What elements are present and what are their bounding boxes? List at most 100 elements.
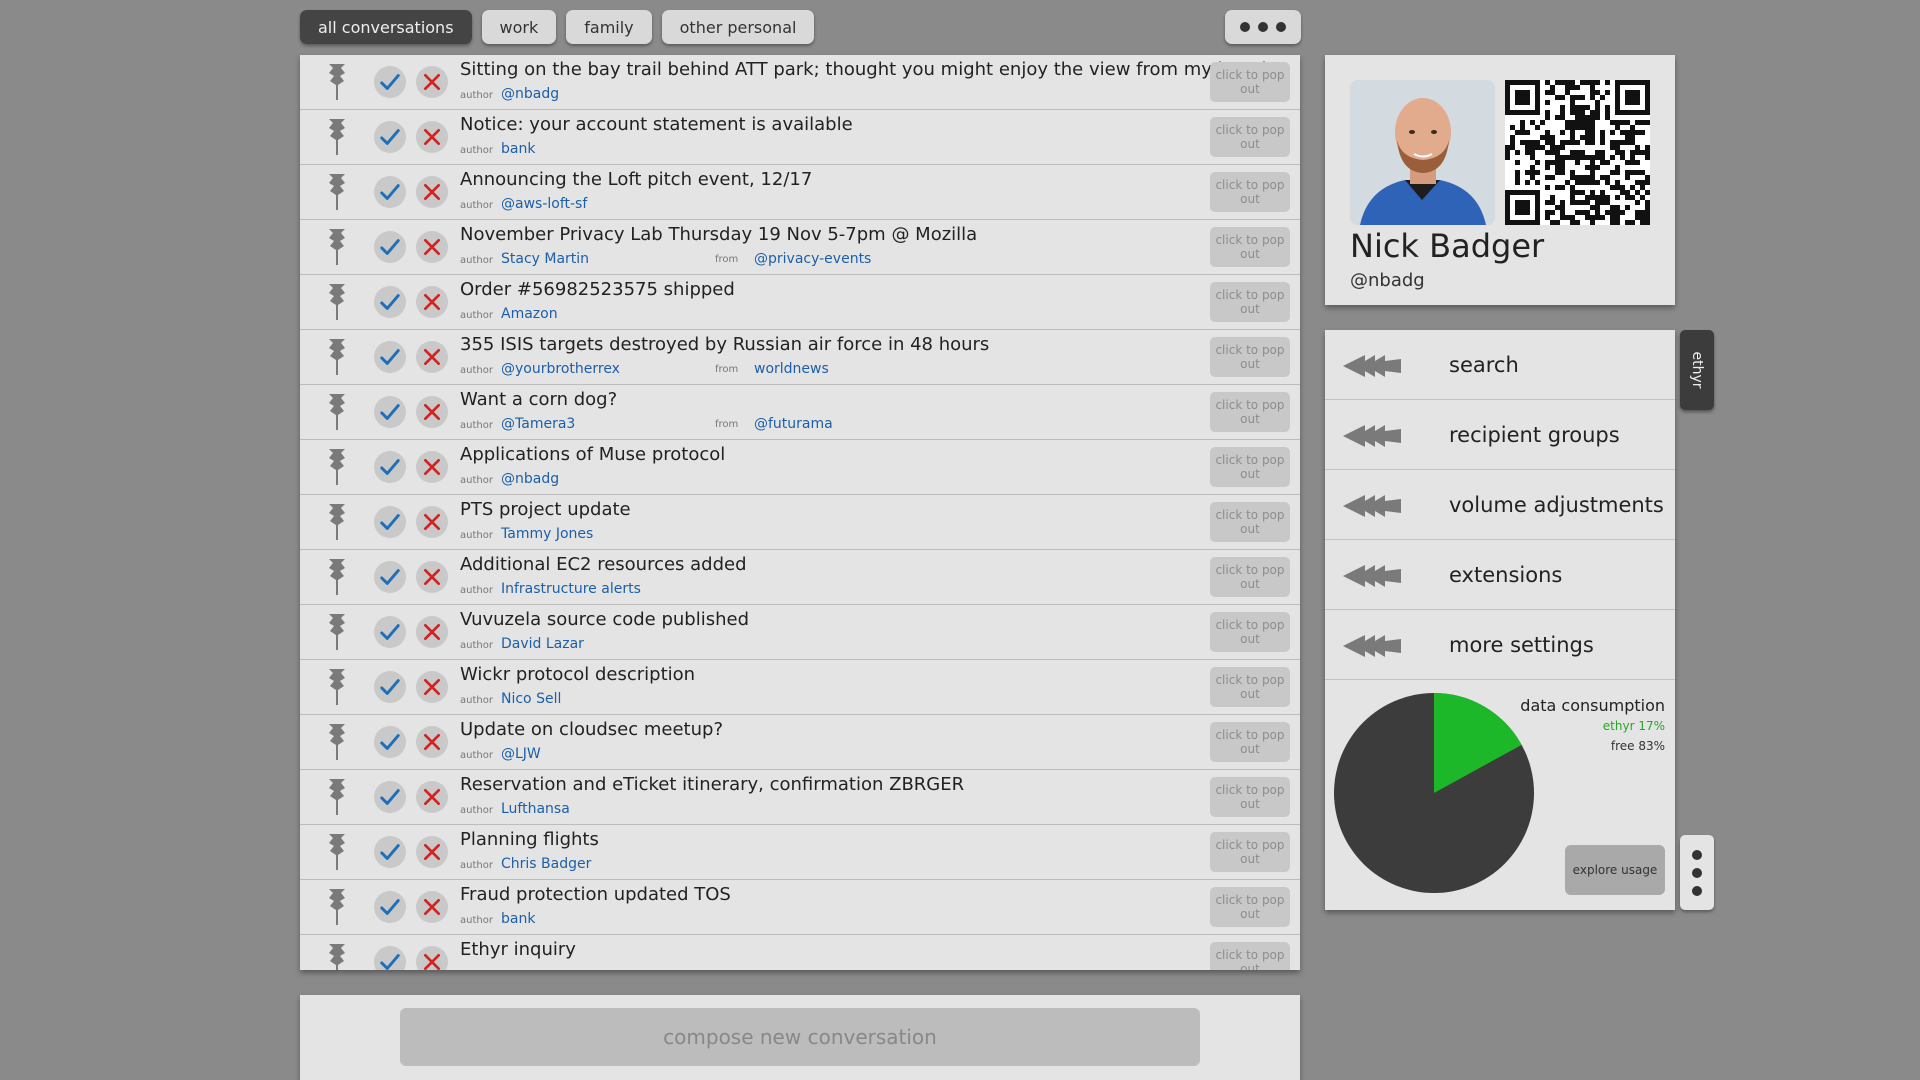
close-icon[interactable]	[416, 781, 448, 813]
author-link[interactable]: Chris Badger	[501, 856, 591, 872]
pin-icon[interactable]	[326, 64, 348, 100]
menu-item-volume-adjustments[interactable]: volume adjustments	[1325, 470, 1675, 540]
pop-out-button[interactable]: click to pop out	[1210, 502, 1290, 542]
close-icon[interactable]	[416, 616, 448, 648]
pop-out-button[interactable]: click to pop out	[1210, 887, 1290, 927]
pin-icon[interactable]	[326, 174, 348, 210]
check-icon[interactable]	[374, 451, 406, 483]
conversation-row[interactable]: November Privacy Lab Thursday 19 Nov 5-7…	[300, 220, 1300, 275]
conversation-row[interactable]: Order #56982523575 shipped author Amazon …	[300, 275, 1300, 330]
compose-button[interactable]: compose new conversation	[400, 1008, 1200, 1066]
menu-item-extensions[interactable]: extensions	[1325, 540, 1675, 610]
tab-other-personal[interactable]: other personal	[661, 10, 815, 44]
author-link[interactable]: @aws-loft-sf	[501, 196, 587, 212]
author-link[interactable]: @nbadg	[501, 86, 559, 102]
close-icon[interactable]	[416, 121, 448, 153]
conversation-row[interactable]: Fraud protection updated TOS author bank …	[300, 880, 1300, 935]
check-icon[interactable]	[374, 121, 406, 153]
explore-usage-button[interactable]: explore usage	[1565, 845, 1665, 895]
author-link[interactable]: @nbadg	[501, 471, 559, 487]
conversation-row[interactable]: Want a corn dog? author @Tamera3 from @fut…	[300, 385, 1300, 440]
close-icon[interactable]	[416, 396, 448, 428]
pin-icon[interactable]	[326, 834, 348, 870]
pin-icon[interactable]	[326, 394, 348, 430]
author-link[interactable]: @LJW	[501, 746, 541, 762]
pop-out-button[interactable]: click to pop out	[1210, 612, 1290, 652]
pop-out-button[interactable]: click to pop out	[1210, 722, 1290, 762]
author-link[interactable]: @Tamera3	[501, 416, 575, 432]
pin-icon[interactable]	[326, 889, 348, 925]
menu-item-search[interactable]: search	[1325, 330, 1675, 400]
conversation-row[interactable]: Notice: your account statement is availa…	[300, 110, 1300, 165]
avatar[interactable]	[1350, 80, 1495, 225]
pop-out-button[interactable]: click to pop out	[1210, 62, 1290, 102]
pin-icon[interactable]	[326, 339, 348, 375]
conversation-row[interactable]: Applications of Muse protocol author @nba…	[300, 440, 1300, 495]
conversation-row[interactable]: Vuvuzela source code published author Dav…	[300, 605, 1300, 660]
pin-icon[interactable]	[326, 724, 348, 760]
close-icon[interactable]	[416, 891, 448, 923]
conversation-row[interactable]: 355 ISIS targets destroyed by Russian ai…	[300, 330, 1300, 385]
from-link[interactable]: @privacy-events	[754, 251, 871, 267]
conversation-row[interactable]: Reservation and eTicket itinerary, confi…	[300, 770, 1300, 825]
conversation-row[interactable]: Ethyr inquiry click to pop out	[300, 935, 1300, 970]
check-icon[interactable]	[374, 176, 406, 208]
author-link[interactable]: Amazon	[501, 306, 558, 322]
close-icon[interactable]	[416, 506, 448, 538]
pop-out-button[interactable]: click to pop out	[1210, 942, 1290, 970]
close-icon[interactable]	[416, 176, 448, 208]
conversation-row[interactable]: Update on cloudsec meetup? author @LJW cl…	[300, 715, 1300, 770]
author-link[interactable]: Nico Sell	[501, 691, 561, 707]
author-link[interactable]: Lufthansa	[501, 801, 570, 817]
conversation-row[interactable]: Additional EC2 resources added author Inf…	[300, 550, 1300, 605]
pop-out-button[interactable]: click to pop out	[1210, 447, 1290, 487]
author-link[interactable]: Infrastructure alerts	[501, 581, 641, 597]
pin-icon[interactable]	[326, 944, 348, 970]
check-icon[interactable]	[374, 66, 406, 98]
check-icon[interactable]	[374, 286, 406, 318]
check-icon[interactable]	[374, 231, 406, 263]
check-icon[interactable]	[374, 891, 406, 923]
pin-icon[interactable]	[326, 119, 348, 155]
conversation-row[interactable]: PTS project update author Tammy Jones cli…	[300, 495, 1300, 550]
from-link[interactable]: @futurama	[754, 416, 833, 432]
conversation-row[interactable]: Sitting on the bay trail behind ATT park…	[300, 55, 1300, 110]
conversation-row[interactable]: Wickr protocol description author Nico Se…	[300, 660, 1300, 715]
close-icon[interactable]	[416, 671, 448, 703]
pin-icon[interactable]	[326, 614, 348, 650]
ethyr-side-tab[interactable]: ethyr	[1680, 330, 1714, 410]
pin-icon[interactable]	[326, 449, 348, 485]
pop-out-button[interactable]: click to pop out	[1210, 337, 1290, 377]
close-icon[interactable]	[416, 231, 448, 263]
close-icon[interactable]	[416, 286, 448, 318]
check-icon[interactable]	[374, 671, 406, 703]
side-more-button[interactable]	[1680, 835, 1714, 910]
menu-item-more-settings[interactable]: more settings	[1325, 610, 1675, 680]
close-icon[interactable]	[416, 66, 448, 98]
author-link[interactable]: Stacy Martin	[501, 251, 589, 267]
close-icon[interactable]	[416, 341, 448, 373]
tab-family[interactable]: family	[566, 10, 652, 44]
close-icon[interactable]	[416, 451, 448, 483]
check-icon[interactable]	[374, 836, 406, 868]
tab-all-conversations[interactable]: all conversations	[300, 10, 472, 44]
conversation-row[interactable]: Announcing the Loft pitch event, 12/17 a…	[300, 165, 1300, 220]
author-link[interactable]: bank	[501, 911, 535, 927]
pop-out-button[interactable]: click to pop out	[1210, 667, 1290, 707]
check-icon[interactable]	[374, 561, 406, 593]
pop-out-button[interactable]: click to pop out	[1210, 282, 1290, 322]
check-icon[interactable]	[374, 781, 406, 813]
check-icon[interactable]	[374, 396, 406, 428]
conversation-row[interactable]: Planning flights author Chris Badger clic…	[300, 825, 1300, 880]
author-link[interactable]: David Lazar	[501, 636, 584, 652]
check-icon[interactable]	[374, 616, 406, 648]
author-link[interactable]: bank	[501, 141, 535, 157]
close-icon[interactable]	[416, 726, 448, 758]
author-link[interactable]: @yourbrotherrex	[501, 361, 620, 377]
menu-item-recipient-groups[interactable]: recipient groups	[1325, 400, 1675, 470]
pop-out-button[interactable]: click to pop out	[1210, 557, 1290, 597]
author-link[interactable]: Tammy Jones	[501, 526, 593, 542]
check-icon[interactable]	[374, 726, 406, 758]
more-options-button[interactable]	[1225, 10, 1301, 44]
pin-icon[interactable]	[326, 669, 348, 705]
